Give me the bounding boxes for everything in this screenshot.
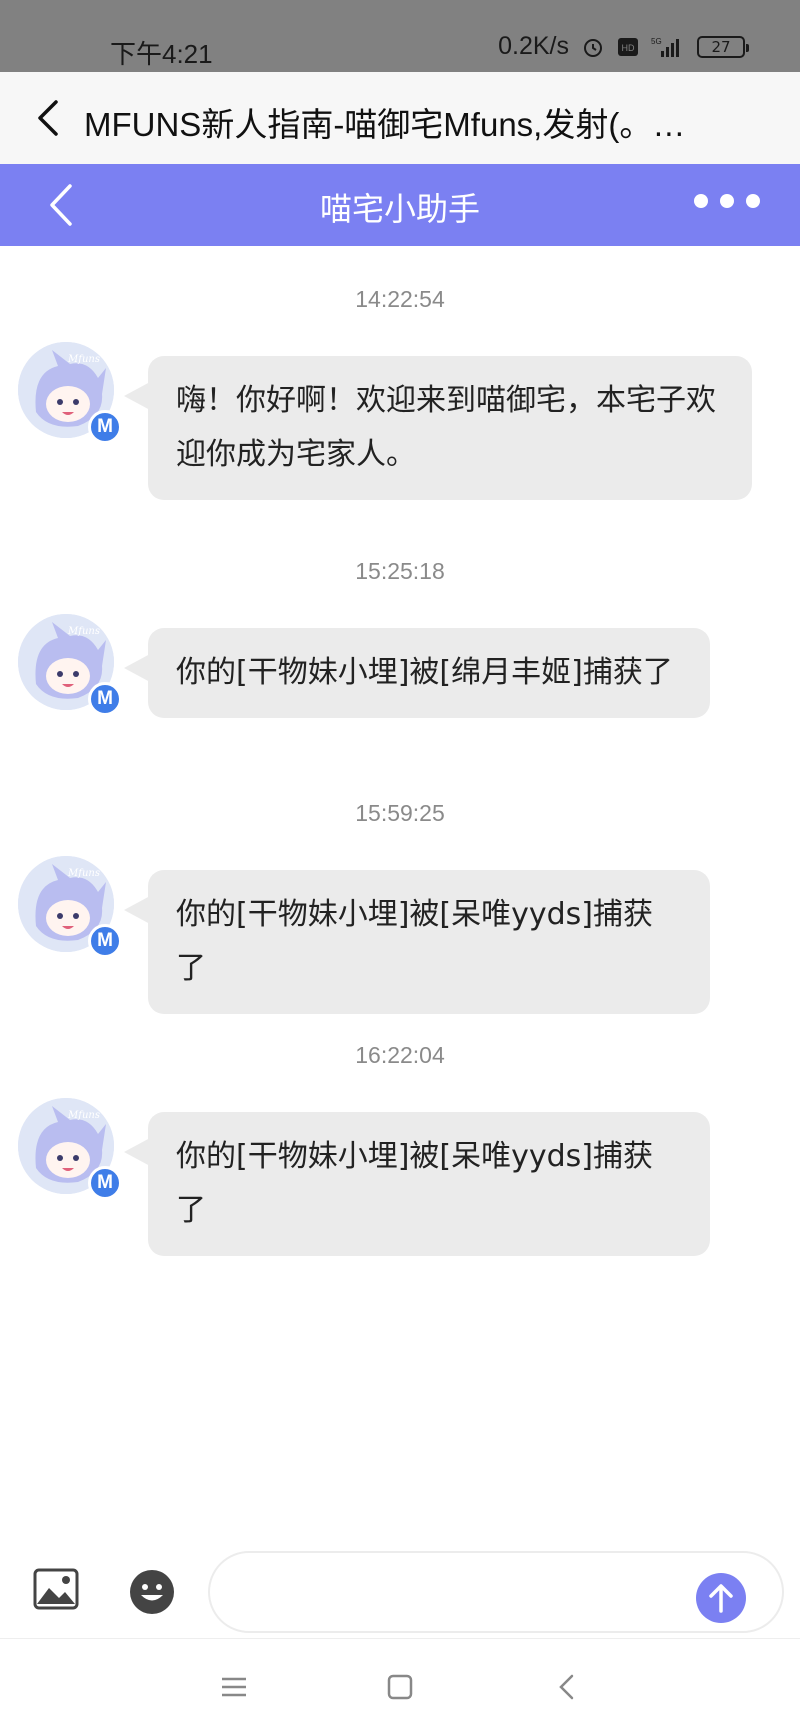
hd-icon: HD [618,37,638,56]
menu-icon[interactable] [216,1669,252,1705]
message-timestamp: 16:22:04 [355,1042,445,1068]
chat-title: 喵宅小助手 [319,190,480,228]
signal-icon: 5G [651,37,679,57]
message-bubble[interactable]: 你的[干物妹小埋]被[绵月丰姬]捕获了 [124,628,710,718]
avatar[interactable]: Mfuns M [18,856,122,958]
svg-text:Mfuns: Mfuns [67,354,100,365]
svg-text:HD: HD [622,43,635,53]
message-timestamp: 15:59:25 [355,800,445,826]
battery-icon: 27 [697,35,749,58]
chat-header: 喵宅小助手 [0,164,800,246]
avatar-badge: M [88,410,122,444]
send-arrow-icon [709,1584,733,1613]
message-input[interactable] [208,1551,784,1633]
message-text: 你的[干物妹小埋]被[呆唯yyds]捕获了 [176,1139,653,1228]
system-nav-bar [0,1638,800,1733]
message-timestamp: 14:22:54 [355,286,445,312]
message-bubble[interactable]: 你的[干物妹小埋]被[呆唯yyds]捕获了 [124,1112,710,1256]
svg-text:Mfuns: Mfuns [67,1110,100,1121]
page-title: MFUNS新人指南-喵御宅Mfuns,发射(。… [84,106,686,143]
avatar[interactable]: Mfuns M [18,614,122,716]
status-right: 0.2K/s HD 5G 27 [498,32,749,61]
net-speed: 0.2K/s [498,32,569,60]
home-icon[interactable] [382,1669,418,1705]
back-icon[interactable] [30,96,70,140]
battery-level: 27 [711,37,731,56]
message-text: 你的[干物妹小埋]被[呆唯yyds]捕获了 [176,897,653,986]
status-bar: 下午4:21 0.2K/s HD 5G 27 [0,0,800,72]
send-button[interactable] [696,1573,746,1623]
avatar[interactable]: Mfuns M [18,1098,122,1200]
svg-text:Mfuns: Mfuns [67,868,100,879]
svg-text:5G: 5G [651,37,662,46]
message-text: 你的[干物妹小埋]被[绵月丰姬]捕获了 [176,655,673,690]
alarm-icon [584,38,602,57]
image-icon[interactable] [33,1568,79,1610]
message-text: 嗨！你好啊！欢迎来到喵御宅，本宅子欢迎你成为宅家人。 [176,383,716,472]
message-bubble[interactable]: 你的[干物妹小埋]被[呆唯yyds]捕获了 [124,870,710,1014]
more-icon[interactable] [694,194,760,208]
avatar-badge: M [88,682,122,716]
svg-text:Mfuns: Mfuns [67,626,100,637]
emoji-icon[interactable] [128,1568,176,1616]
avatar-badge: M [88,1166,122,1200]
message-bubble[interactable]: 嗨！你好啊！欢迎来到喵御宅，本宅子欢迎你成为宅家人。 [124,356,752,500]
chat-list[interactable]: 14:22:54 Mfuns M 嗨！你好啊！欢迎来到喵御宅，本宅子欢迎你成为宅… [0,246,800,1546]
app-title-bar: MFUNS新人指南-喵御宅Mfuns,发射(。… [0,72,800,164]
avatar-badge: M [88,924,122,958]
nav-back-icon[interactable] [550,1669,586,1705]
avatar[interactable]: Mfuns M [18,342,122,444]
input-bar [0,1546,800,1638]
message-timestamp: 15:25:18 [355,558,445,584]
status-time: 下午4:21 [110,39,213,69]
